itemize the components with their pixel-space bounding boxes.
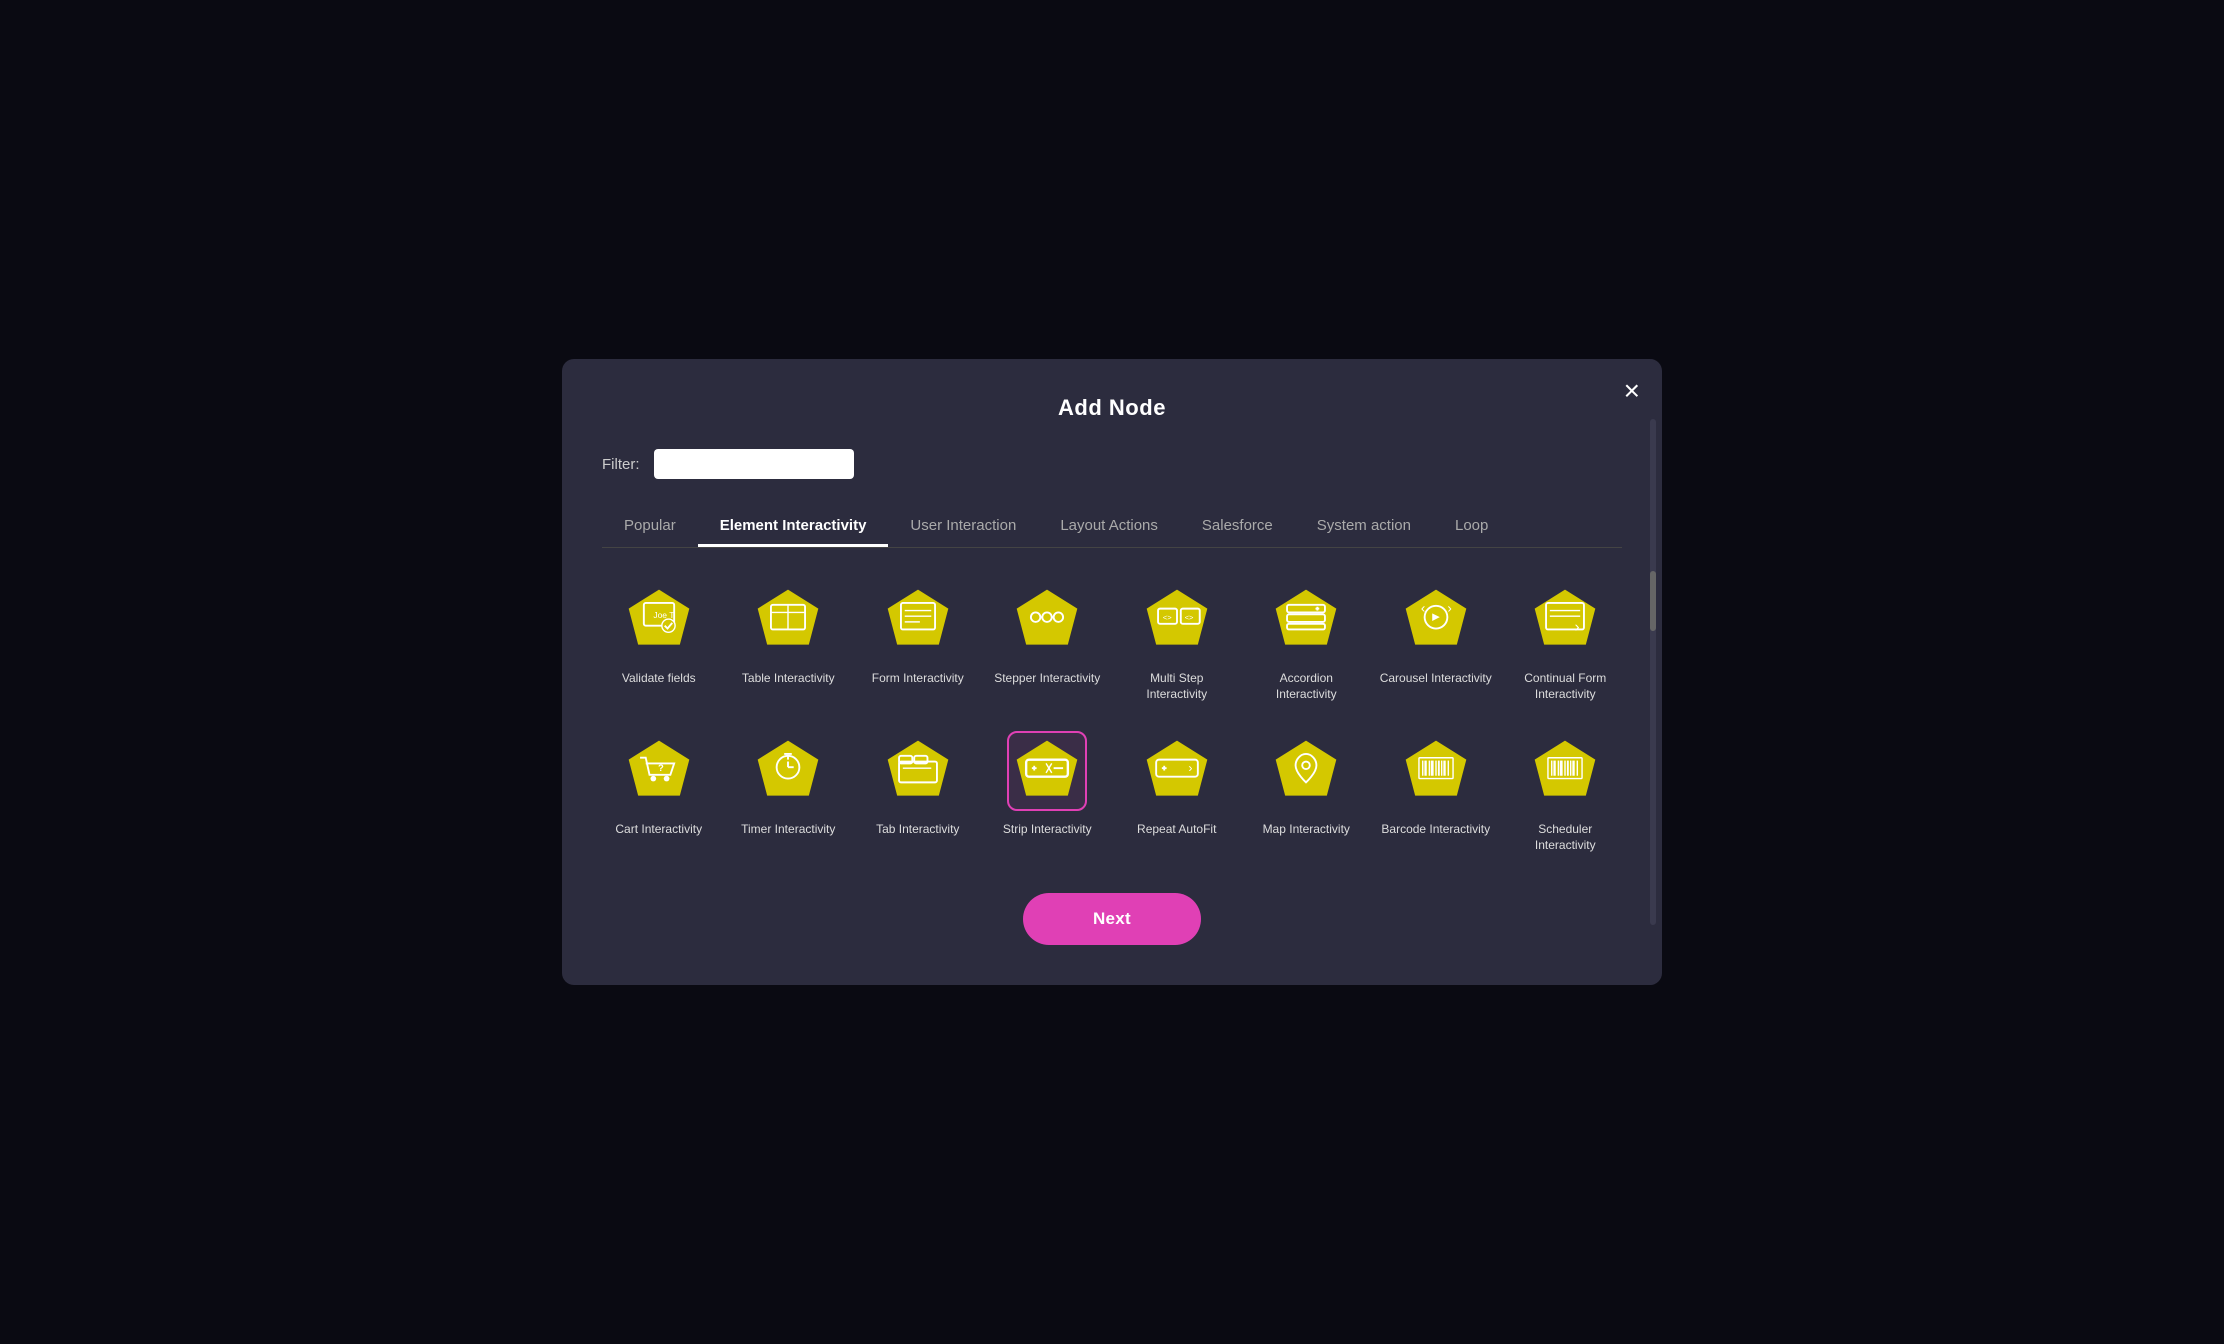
modal-overlay: × Add Node Filter: PopularElement Intera… bbox=[0, 0, 2224, 1344]
tab-element-interactivity[interactable]: Element Interactivity bbox=[698, 507, 889, 547]
tabs-bar: PopularElement InteractivityUser Interac… bbox=[602, 507, 1622, 548]
node-map-interactivity[interactable]: Map Interactivity bbox=[1250, 731, 1364, 853]
svg-text:<>: <> bbox=[1184, 613, 1193, 622]
node-icon-accordion-interactivity bbox=[1266, 580, 1346, 660]
node-table-interactivity[interactable]: Table Interactivity bbox=[732, 580, 846, 702]
scrollbar-thumb bbox=[1650, 571, 1656, 631]
tab-system-action[interactable]: System action bbox=[1295, 507, 1433, 547]
node-label-repeat-autofit: Repeat AutoFit bbox=[1137, 821, 1216, 837]
tab-popular[interactable]: Popular bbox=[602, 507, 698, 547]
node-label-timer-interactivity: Timer Interactivity bbox=[741, 821, 835, 837]
node-label-stepper-interactivity: Stepper Interactivity bbox=[994, 670, 1100, 686]
svg-text:›: › bbox=[1188, 760, 1192, 774]
nodes-grid: Joe T Validate fields Table Interactivit… bbox=[602, 580, 1622, 853]
node-icon-multi-step-interactivity: <> <> bbox=[1137, 580, 1217, 660]
modal-title: Add Node bbox=[602, 395, 1622, 421]
node-label-validate-fields: Validate fields bbox=[622, 670, 696, 686]
node-icon-continual-form-interactivity: › bbox=[1525, 580, 1605, 660]
scrollbar-track bbox=[1650, 419, 1656, 925]
node-icon-tab-interactivity bbox=[878, 731, 958, 811]
node-tab-interactivity[interactable]: Tab Interactivity bbox=[861, 731, 975, 853]
node-validate-fields[interactable]: Joe T Validate fields bbox=[602, 580, 716, 702]
node-label-barcode-interactivity: Barcode Interactivity bbox=[1381, 821, 1490, 837]
node-multi-step-interactivity[interactable]: <> <> Multi Step Interactivity bbox=[1120, 580, 1234, 702]
node-label-scheduler-interactivity: Scheduler Interactivity bbox=[1509, 821, 1623, 853]
node-label-carousel-interactivity: Carousel Interactivity bbox=[1380, 670, 1492, 686]
svg-text:›: › bbox=[1575, 618, 1580, 635]
node-label-tab-interactivity: Tab Interactivity bbox=[876, 821, 959, 837]
node-label-accordion-interactivity: Accordion Interactivity bbox=[1250, 670, 1364, 702]
node-icon-repeat-autofit: › bbox=[1137, 731, 1217, 811]
node-accordion-interactivity[interactable]: Accordion Interactivity bbox=[1250, 580, 1364, 702]
node-strip-interactivity[interactable]: Strip Interactivity bbox=[991, 731, 1105, 853]
node-label-continual-form-interactivity: Continual Form Interactivity bbox=[1509, 670, 1623, 702]
tab-loop[interactable]: Loop bbox=[1433, 507, 1510, 547]
tab-salesforce[interactable]: Salesforce bbox=[1180, 507, 1295, 547]
add-node-modal: × Add Node Filter: PopularElement Intera… bbox=[562, 359, 1662, 985]
node-icon-barcode-interactivity bbox=[1396, 731, 1476, 811]
node-icon-validate-fields: Joe T bbox=[619, 580, 699, 660]
node-icon-stepper-interactivity bbox=[1007, 580, 1087, 660]
node-form-interactivity[interactable]: Form Interactivity bbox=[861, 580, 975, 702]
node-label-strip-interactivity: Strip Interactivity bbox=[1003, 821, 1092, 837]
node-label-cart-interactivity: Cart Interactivity bbox=[615, 821, 702, 837]
node-icon-table-interactivity bbox=[748, 580, 828, 660]
node-barcode-interactivity[interactable]: Barcode Interactivity bbox=[1379, 731, 1493, 853]
node-icon-form-interactivity bbox=[878, 580, 958, 660]
filter-label: Filter: bbox=[602, 456, 640, 473]
node-carousel-interactivity[interactable]: › ‹ Carousel Interactivity bbox=[1379, 580, 1493, 702]
node-icon-strip-interactivity bbox=[1007, 731, 1087, 811]
node-timer-interactivity[interactable]: Timer Interactivity bbox=[732, 731, 846, 853]
svg-text:‹: ‹ bbox=[1421, 601, 1425, 616]
node-icon-scheduler-interactivity bbox=[1525, 731, 1605, 811]
node-icon-timer-interactivity bbox=[748, 731, 828, 811]
filter-input[interactable] bbox=[654, 449, 854, 479]
node-stepper-interactivity[interactable]: Stepper Interactivity bbox=[991, 580, 1105, 702]
node-icon-cart-interactivity: ? bbox=[619, 731, 699, 811]
next-button[interactable]: Next bbox=[1023, 893, 1201, 945]
node-cart-interactivity[interactable]: ? Cart Interactivity bbox=[602, 731, 716, 853]
node-continual-form-interactivity[interactable]: › Continual Form Interactivity bbox=[1509, 580, 1623, 702]
node-repeat-autofit[interactable]: › Repeat AutoFit bbox=[1120, 731, 1234, 853]
close-button[interactable]: × bbox=[1624, 377, 1640, 405]
node-icon-carousel-interactivity: › ‹ bbox=[1396, 580, 1476, 660]
node-scheduler-interactivity[interactable]: Scheduler Interactivity bbox=[1509, 731, 1623, 853]
svg-text:<>: <> bbox=[1163, 613, 1172, 622]
node-label-table-interactivity: Table Interactivity bbox=[742, 670, 835, 686]
tab-layout-actions[interactable]: Layout Actions bbox=[1038, 507, 1180, 547]
svg-text:›: › bbox=[1447, 601, 1451, 616]
node-label-multi-step-interactivity: Multi Step Interactivity bbox=[1120, 670, 1234, 702]
tab-user-interaction[interactable]: User Interaction bbox=[888, 507, 1038, 547]
svg-text:?: ? bbox=[658, 763, 664, 774]
svg-text:Joe T: Joe T bbox=[653, 610, 674, 620]
node-label-map-interactivity: Map Interactivity bbox=[1263, 821, 1350, 837]
filter-row: Filter: bbox=[602, 449, 1622, 479]
node-icon-map-interactivity bbox=[1266, 731, 1346, 811]
node-label-form-interactivity: Form Interactivity bbox=[872, 670, 964, 686]
